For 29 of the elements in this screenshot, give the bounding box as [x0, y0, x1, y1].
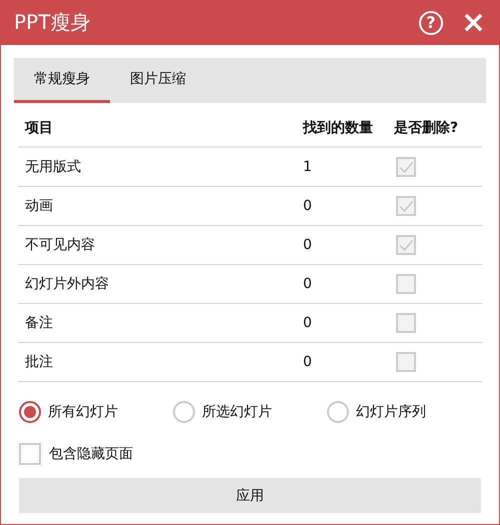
table-cell-text: 1 — [303, 159, 313, 175]
radio-button[interactable] — [327, 401, 349, 423]
tab[interactable]: 常规瘦身 — [14, 58, 110, 103]
table-cell-text: 0 — [303, 276, 313, 292]
table-cell-text: 0 — [303, 354, 313, 370]
radio-button[interactable] — [19, 401, 41, 423]
close-button[interactable]: × — [460, 10, 486, 34]
column-header: 是否删除? — [394, 118, 458, 136]
radio-label: 所有幻灯片 — [48, 403, 118, 421]
table-cell-text: 批注 — [24, 353, 54, 371]
table-cell-text: 0 — [303, 237, 313, 253]
apply-button[interactable]: 应用 — [19, 478, 481, 513]
column-header: 找到的数量 — [303, 118, 374, 136]
table-cell-text: 不可见内容 — [24, 236, 96, 254]
column-header: 项目 — [24, 118, 54, 136]
tab[interactable]: 图片压缩 — [110, 58, 206, 103]
radio-button[interactable] — [173, 401, 195, 423]
radio-label: 所选幻灯片 — [202, 403, 272, 421]
table-cell-text: 幻灯片外内容 — [24, 275, 110, 293]
checkbox-label: 包含隐藏页面 — [49, 445, 133, 463]
table-cell-text: 动画 — [24, 197, 54, 215]
table-cell-text: 无用版式 — [24, 158, 82, 176]
checkbox[interactable] — [19, 443, 41, 465]
help-button[interactable]: ? — [418, 10, 443, 34]
radio-label: 幻灯片序列 — [356, 403, 426, 421]
window-title: PPT瘦身 — [14, 9, 90, 36]
table-cell-text: 0 — [303, 198, 313, 214]
table-cell-text: 备注 — [24, 314, 54, 332]
table-cell-text: 0 — [303, 315, 313, 331]
